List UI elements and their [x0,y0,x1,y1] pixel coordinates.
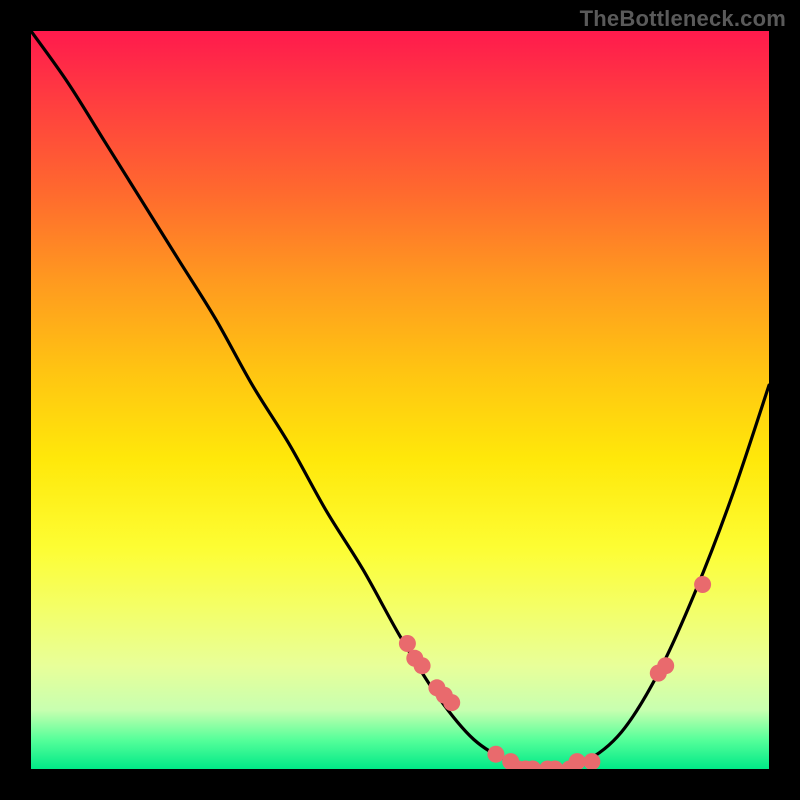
bottleneck-curve [31,31,769,769]
highlight-dot [657,657,674,674]
highlight-dot [569,753,586,769]
chart-frame: TheBottleneck.com [0,0,800,800]
highlight-dot [443,694,460,711]
highlight-dot [399,635,416,652]
highlight-dot [694,576,711,593]
highlight-dots-group [399,576,711,769]
highlight-dot [414,657,431,674]
watermark-text: TheBottleneck.com [580,6,786,32]
highlight-dot [487,746,504,763]
curve-layer [31,31,769,769]
plot-area [31,31,769,769]
